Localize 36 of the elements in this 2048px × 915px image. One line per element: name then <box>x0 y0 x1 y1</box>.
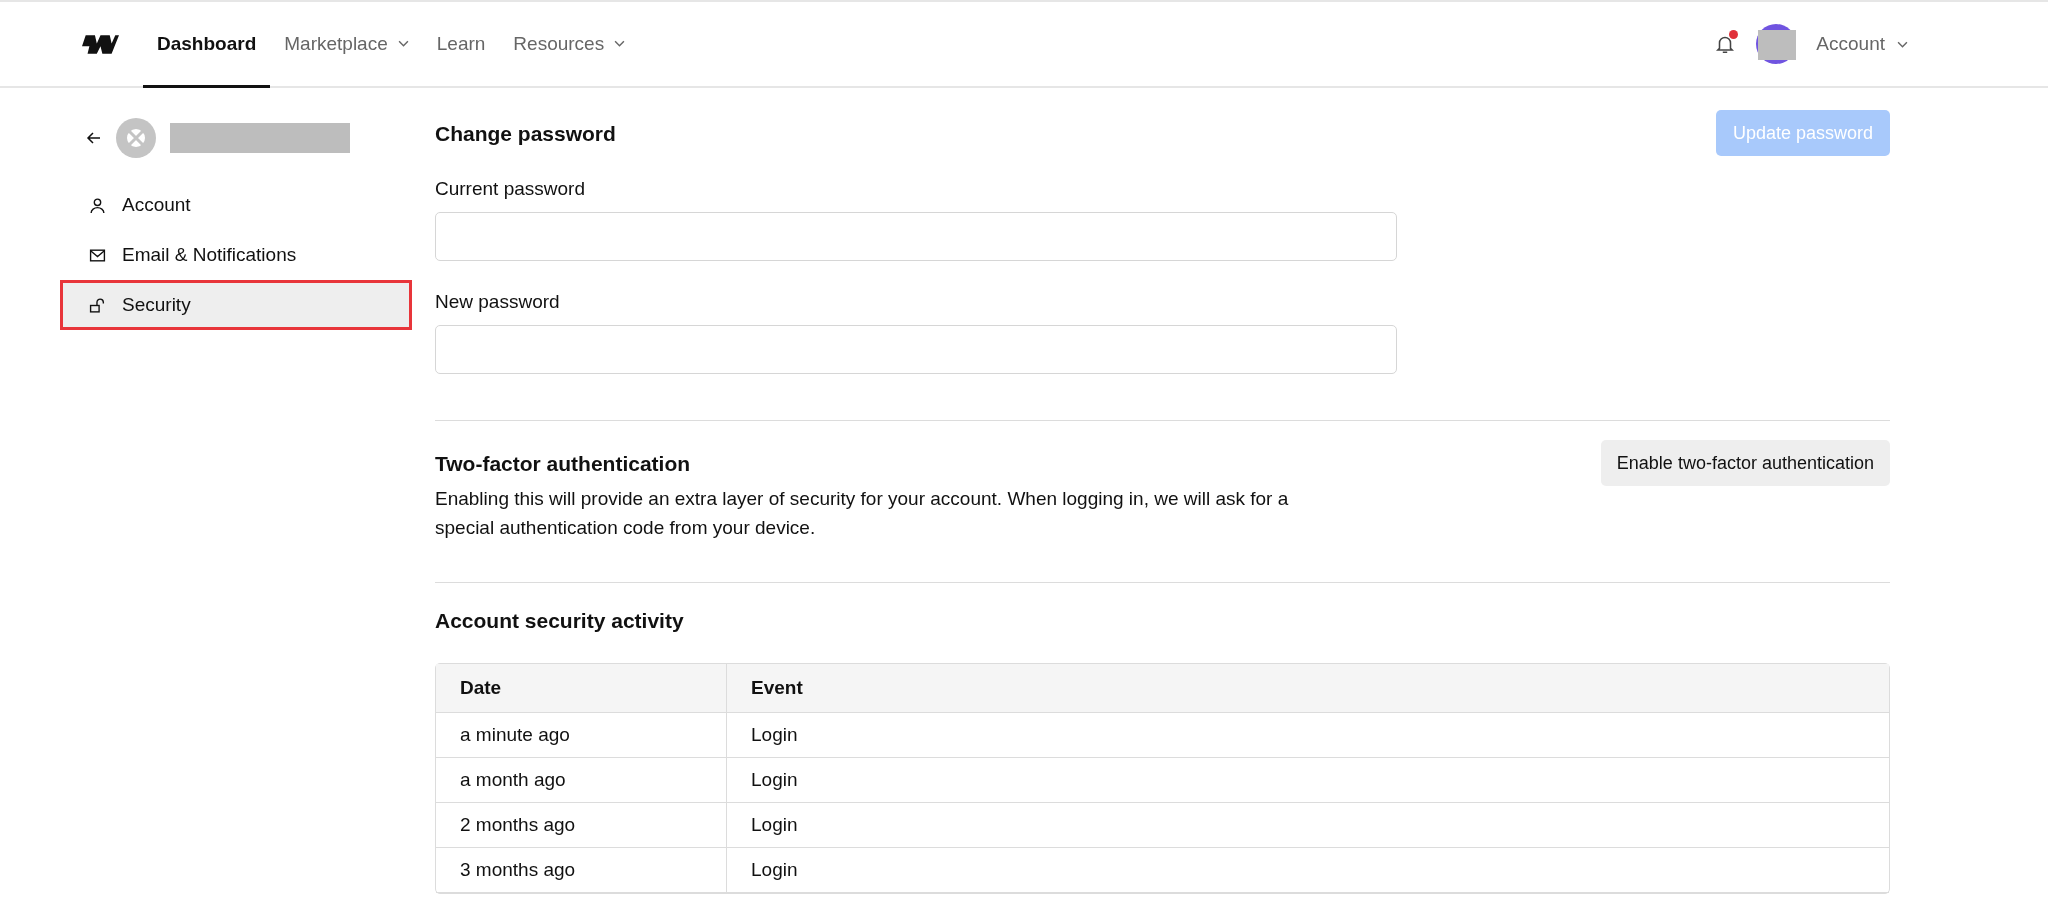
field-label: New password <box>435 291 561 313</box>
enable-two-factor-button[interactable]: Enable two-factor authentication <box>1600 440 1890 486</box>
section-title: Two-factor authentication <box>435 452 692 476</box>
nav-tab[interactable]: Dashboard <box>143 2 271 88</box>
nav-tab[interactable]: Marketplace <box>270 2 423 88</box>
table-cell: a month ago <box>436 758 727 803</box>
table-cell: 3 months ago <box>436 848 727 893</box>
sidebar-item[interactable]: Account <box>60 180 412 230</box>
field-label: Current password <box>435 178 586 200</box>
table-cell: a minute ago <box>436 713 727 758</box>
sidebar-item[interactable]: Email & Notifications <box>60 230 412 280</box>
table-cell: Login <box>727 758 1889 803</box>
table-cell: 2 months ago <box>436 803 727 848</box>
table-cell: Login <box>727 713 1889 758</box>
column-header: Event <box>727 664 1889 713</box>
table-cell: Login <box>727 848 1889 893</box>
account-menu[interactable]: Account <box>1816 33 1908 55</box>
password-field[interactable] <box>435 212 1397 261</box>
bell-icon[interactable] <box>1714 33 1737 55</box>
description-text: Enabling this will provide an extra layer of security for your account. When logging in, we will ask for a special authentication code from your device. <box>435 487 1290 540</box>
nav-tab[interactable]: Learn <box>422 2 500 88</box>
logo-icon[interactable] <box>82 34 119 54</box>
section-title: Account security activity <box>435 609 685 633</box>
person-icon <box>89 196 106 214</box>
avatar[interactable] <box>1756 24 1797 64</box>
password-field[interactable] <box>435 325 1397 374</box>
section-title: Change password <box>435 122 617 146</box>
mail-icon <box>89 246 106 264</box>
back-arrow-icon[interactable] <box>86 130 102 146</box>
nav-tab[interactable]: Resources <box>499 2 640 88</box>
column-header: Date <box>436 664 727 713</box>
sidebar-item[interactable]: Security <box>60 280 412 330</box>
caret-icon <box>1897 40 1908 48</box>
workspace-avatar-icon <box>116 118 156 158</box>
table-cell: Login <box>727 803 1889 848</box>
unlocked-padlock-icon <box>89 296 106 314</box>
